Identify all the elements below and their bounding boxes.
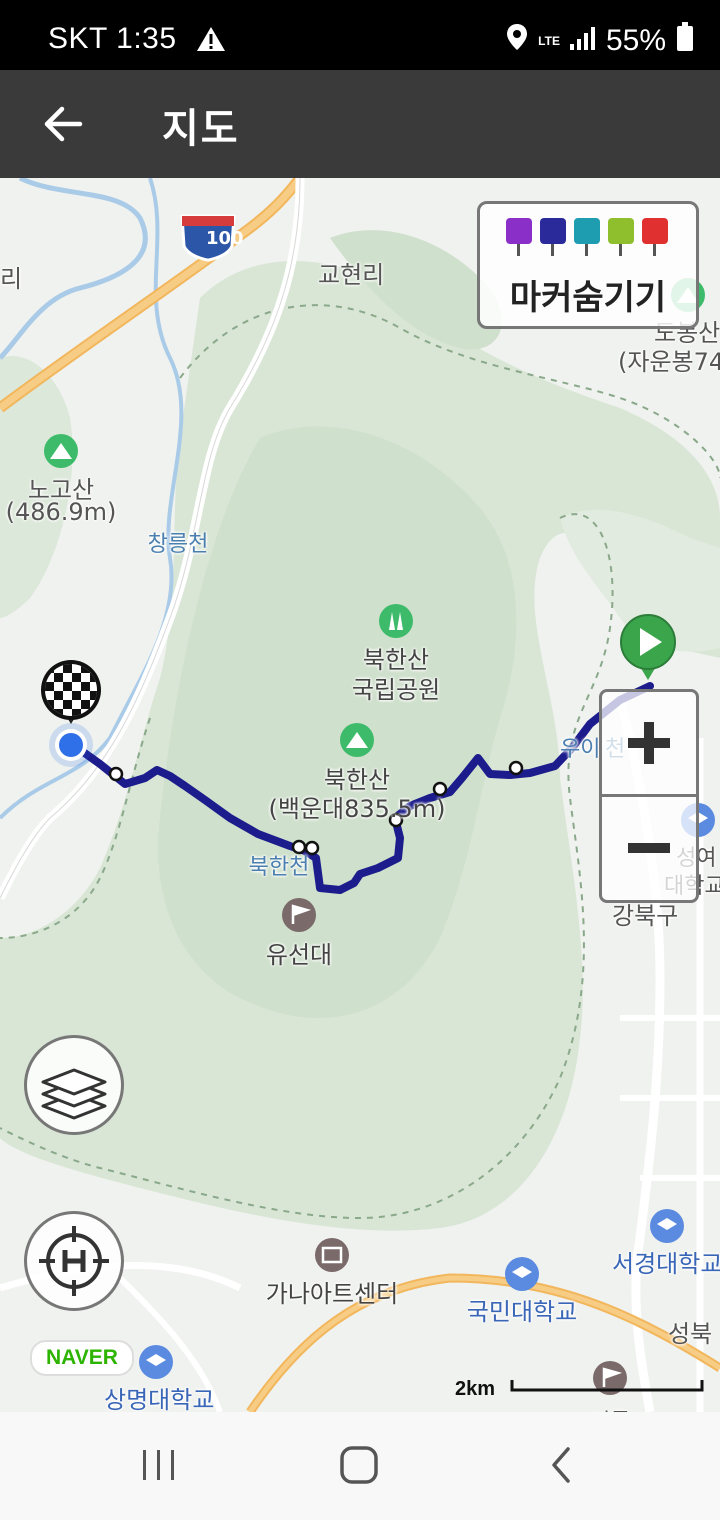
label-bukhancheon: 북한천 — [248, 855, 310, 880]
label-gyohyeon: 교현리 — [318, 261, 385, 289]
signal-icon — [569, 24, 596, 58]
park-tree-icon — [379, 604, 413, 638]
battery-text: 55% — [605, 24, 666, 57]
label-seongbuk: 성북 — [668, 1320, 713, 1348]
university-icon — [139, 1345, 173, 1379]
label-left-ri: 리 — [0, 265, 23, 293]
label-nogo-height: (486.9m) — [5, 498, 117, 526]
location-icon — [506, 23, 528, 59]
back-icon[interactable] — [530, 1442, 590, 1490]
carrier-time: SKT 1:35 — [48, 22, 177, 55]
battery-icon — [676, 22, 694, 60]
start-marker-icon — [620, 614, 676, 680]
app-bar: 지도 — [0, 70, 720, 178]
zoom-control — [599, 689, 699, 903]
map-view[interactable]: 100 교현리 리 도봉산 (자운봉740 노고산 (486.9m) 창릉천 북… — [0, 178, 720, 1412]
label-jaunbong: (자운봉740 — [618, 348, 720, 376]
label-changneung: 창릉천 — [147, 532, 209, 557]
flag-icon — [282, 898, 316, 932]
naver-logo: NAVER — [30, 1340, 134, 1376]
layers-button[interactable] — [24, 1035, 124, 1135]
label-sangmyung: 상명대학교 — [104, 1386, 215, 1412]
mountain-icon — [340, 723, 374, 757]
home-location-button[interactable] — [24, 1211, 124, 1311]
system-nav-bar — [0, 1412, 720, 1520]
highway-number: 100 — [206, 228, 244, 249]
mountain-icon — [44, 434, 78, 468]
label-kookmin: 국민대학교 — [466, 1298, 578, 1326]
flag-marker-icon — [642, 218, 668, 256]
marker-hide-label: 마커숨기기 — [509, 278, 667, 318]
finish-flag-icon — [41, 660, 101, 724]
university-icon — [505, 1257, 539, 1291]
layers-icon — [41, 1068, 107, 1120]
label-bukhan-peak-2: (백운대835.5m) — [268, 795, 446, 823]
label-bukhan-park-2: 국립공원 — [351, 676, 441, 704]
arrow-left-icon[interactable] — [40, 100, 88, 148]
gallery-icon — [315, 1238, 349, 1272]
university-icon — [650, 1209, 684, 1243]
zoom-out-button[interactable] — [602, 797, 696, 900]
home-icon[interactable] — [329, 1442, 389, 1490]
label-gana: 가나아트센터 — [265, 1280, 399, 1308]
camera-marker-icon — [506, 218, 532, 256]
label-seokyeong: 서경대학교 — [612, 1250, 720, 1278]
memo-marker-icon — [608, 218, 634, 256]
page-title: 지도 — [162, 106, 240, 152]
label-seotong: 서통 — [590, 1404, 630, 1412]
voice-marker-icon — [574, 218, 600, 256]
home-crosshair-icon — [39, 1226, 109, 1296]
warning-icon — [196, 26, 226, 56]
label-yuseondae: 유선대 — [265, 941, 333, 969]
lte-icon: LTE — [538, 33, 560, 48]
marker-hide-toggle[interactable]: 마커숨기기 — [477, 201, 699, 329]
current-location-icon — [49, 723, 93, 767]
label-ui: 우이 — [560, 737, 601, 762]
video-marker-icon — [540, 218, 566, 256]
status-bar: SKT 1:35 LTE 55% — [0, 0, 720, 70]
scale-label: 2km — [455, 1378, 496, 1400]
recent-apps-icon[interactable] — [128, 1442, 188, 1490]
zoom-in-button[interactable] — [602, 692, 696, 794]
